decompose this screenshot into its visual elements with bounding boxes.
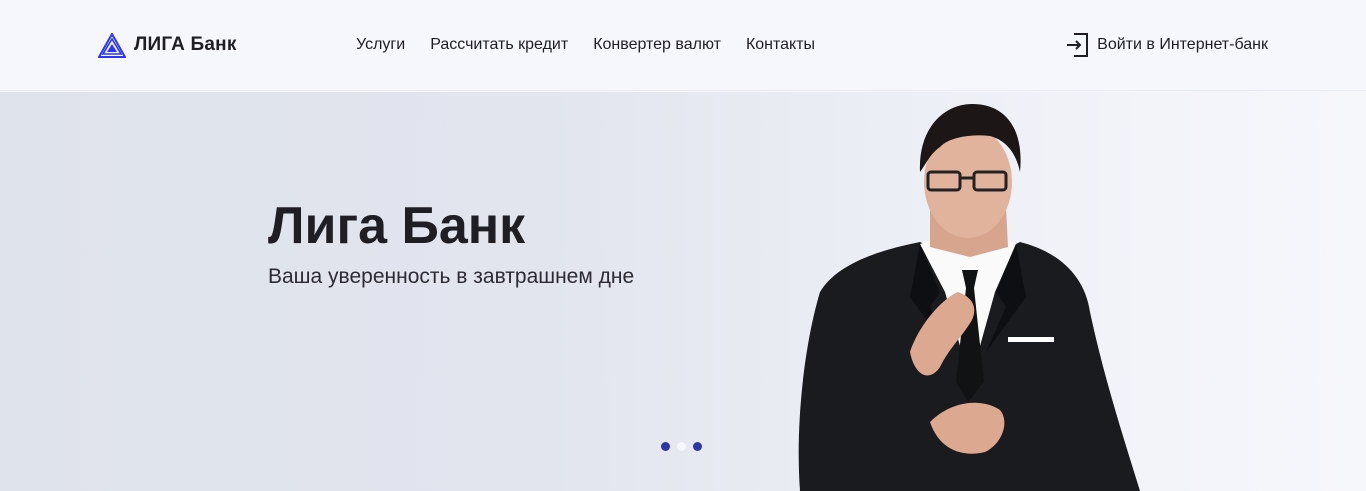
logo-text: ЛИГА Банк (134, 34, 237, 55)
hero-title: Лига Банк (268, 197, 526, 255)
slider-dot-2[interactable] (677, 442, 686, 451)
businessman-photo (798, 104, 1140, 491)
main-nav: Услуги Рассчитать кредит Конвертер валют… (356, 35, 840, 55)
hero-subtitle: Ваша уверенность в завтрашнем дне (268, 265, 635, 288)
hero-banner: Лига Банк Ваша уверенность в завтрашнем … (0, 92, 1366, 491)
nav-item-currency-converter[interactable]: Конвертер валют (593, 35, 721, 55)
login-icon (1067, 33, 1089, 57)
login-label: Войти в Интернет-банк (1097, 36, 1268, 53)
header: ЛИГА Банк Услуги Рассчитать кредит Конве… (0, 0, 1366, 91)
nav-item-contacts[interactable]: Контакты (746, 35, 815, 55)
slider-dots (661, 442, 709, 451)
nav-item-credit-calculator[interactable]: Рассчитать кредит (430, 35, 568, 55)
slider-dot-3[interactable] (693, 442, 702, 451)
login-link[interactable]: Войти в Интернет-банк (1066, 33, 1268, 57)
logo[interactable]: ЛИГА Банк (98, 27, 237, 63)
nav-item-services[interactable]: Услуги (356, 35, 405, 55)
triangle-logo-icon (98, 32, 126, 58)
slider-dot-1[interactable] (661, 442, 670, 451)
